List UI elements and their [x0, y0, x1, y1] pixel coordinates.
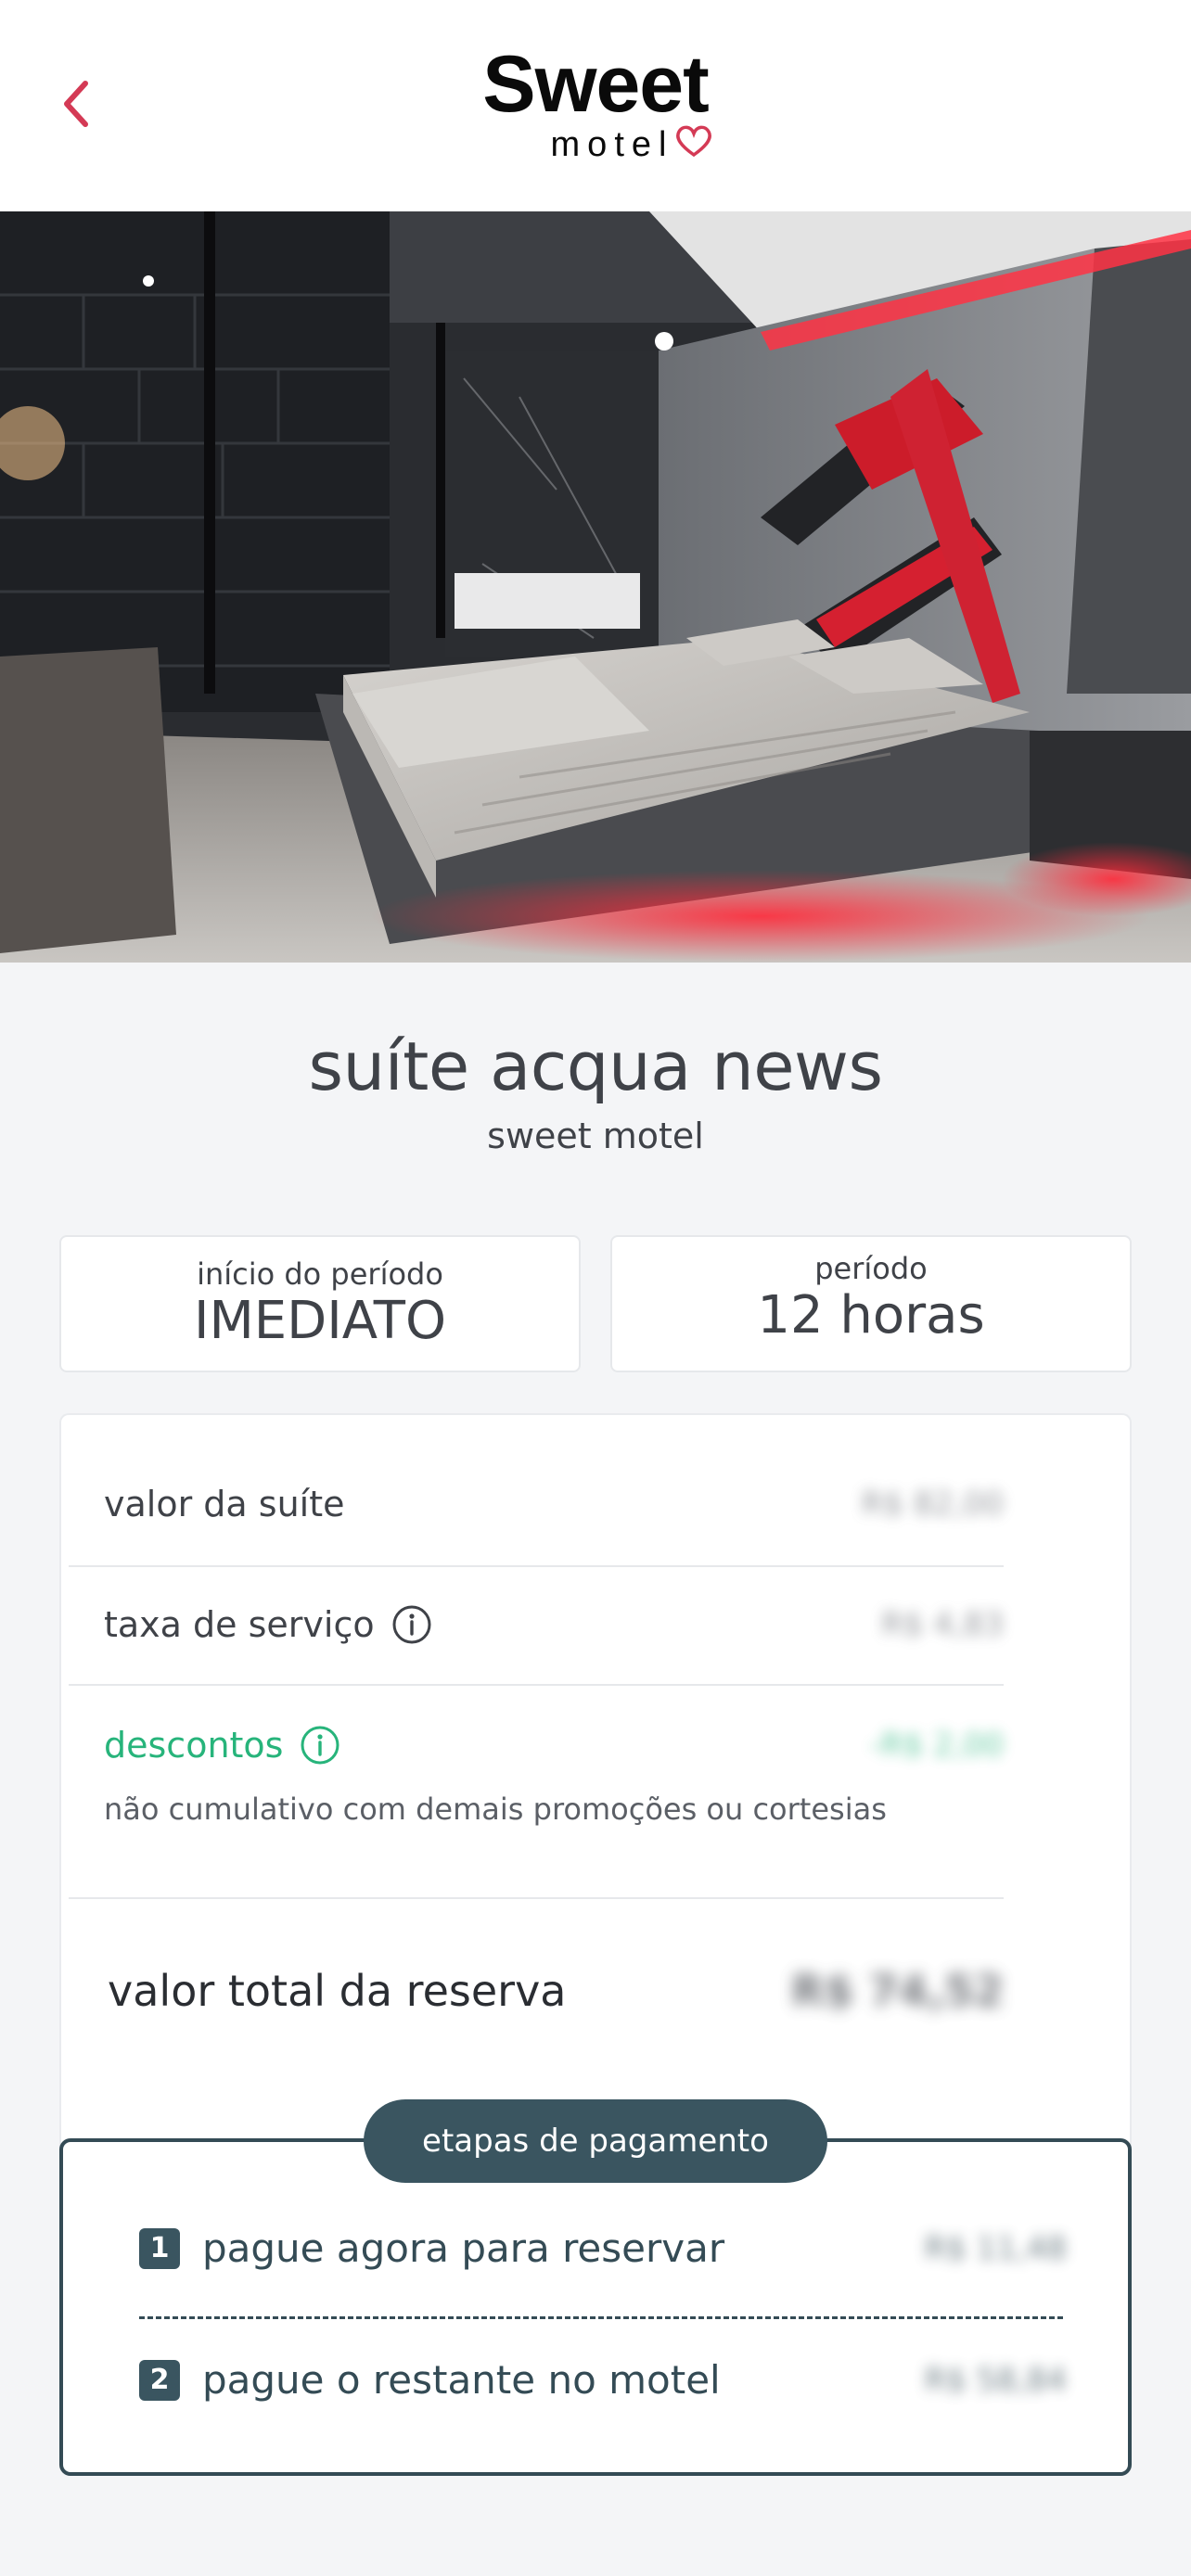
suite-value-label: valor da suíte [104, 1484, 345, 1524]
info-icon[interactable] [300, 1725, 340, 1766]
suite-value-row: valor da suíte R$ 82,00 [69, 1484, 1004, 1524]
step-number: 2 [139, 2359, 180, 2401]
suite-title: suíte acqua news [308, 1027, 883, 1105]
period-start-box[interactable]: início do período IMEDIATO [59, 1235, 581, 1372]
payment-step: 1 pague agora para reservar R$ 11,48 [139, 2225, 1067, 2271]
price-summary-card [59, 1413, 1132, 2155]
service-fee-row: taxa de serviço R$ 4,83 [69, 1604, 1004, 1645]
info-icon[interactable] [391, 1604, 432, 1645]
total-row: valor total da reserva R$ 74,52 [69, 1966, 1004, 2016]
app-header: Sweet motel [0, 0, 1191, 211]
suite-photo [0, 211, 1191, 963]
period-duration-value: 12 horas [757, 1285, 985, 1345]
total-amount: R$ 74,52 [791, 1966, 1004, 2016]
payment-steps-box [59, 2138, 1132, 2476]
divider [69, 1565, 1004, 1567]
period-duration-box[interactable]: período 12 horas [610, 1235, 1132, 1372]
step-number: 1 [139, 2227, 180, 2269]
logo-sub-text: motel [550, 125, 674, 164]
divider [69, 1897, 1004, 1899]
service-fee-label: taxa de serviço [104, 1604, 375, 1645]
payment-steps-title: etapas de pagamento [364, 2099, 827, 2183]
suite-value-amount: R$ 82,00 [861, 1486, 1004, 1523]
discounts-label: descontos [104, 1725, 284, 1766]
step-label: pague agora para reservar [202, 2225, 725, 2271]
motel-name: sweet motel [487, 1116, 704, 1156]
step-amount: R$ 11,48 [924, 2229, 1067, 2267]
brand-logo: Sweet motel [0, 45, 1191, 163]
discounts-row: descontos -R$ 2,00 [69, 1725, 1004, 1766]
heart-icon [676, 125, 712, 158]
step-divider [139, 2316, 1063, 2319]
step-amount: R$ 58,84 [924, 2361, 1067, 2399]
suite-photo-carousel[interactable] [0, 211, 1191, 963]
discounts-note: não cumulativo com demais promoções ou c… [104, 1792, 887, 1827]
logo-main-text: Sweet [482, 40, 710, 129]
total-label: valor total da reserva [108, 1966, 567, 2016]
period-start-value: IMEDIATO [193, 1291, 447, 1351]
period-duration-label: período [814, 1251, 928, 1286]
divider [69, 1684, 1004, 1686]
payment-step: 2 pague o restante no motel R$ 58,84 [139, 2357, 1067, 2403]
period-start-label: início do período [197, 1256, 443, 1292]
step-label: pague o restante no motel [202, 2357, 721, 2403]
service-fee-amount: R$ 4,83 [881, 1606, 1004, 1643]
discounts-amount: -R$ 2,00 [869, 1727, 1004, 1764]
